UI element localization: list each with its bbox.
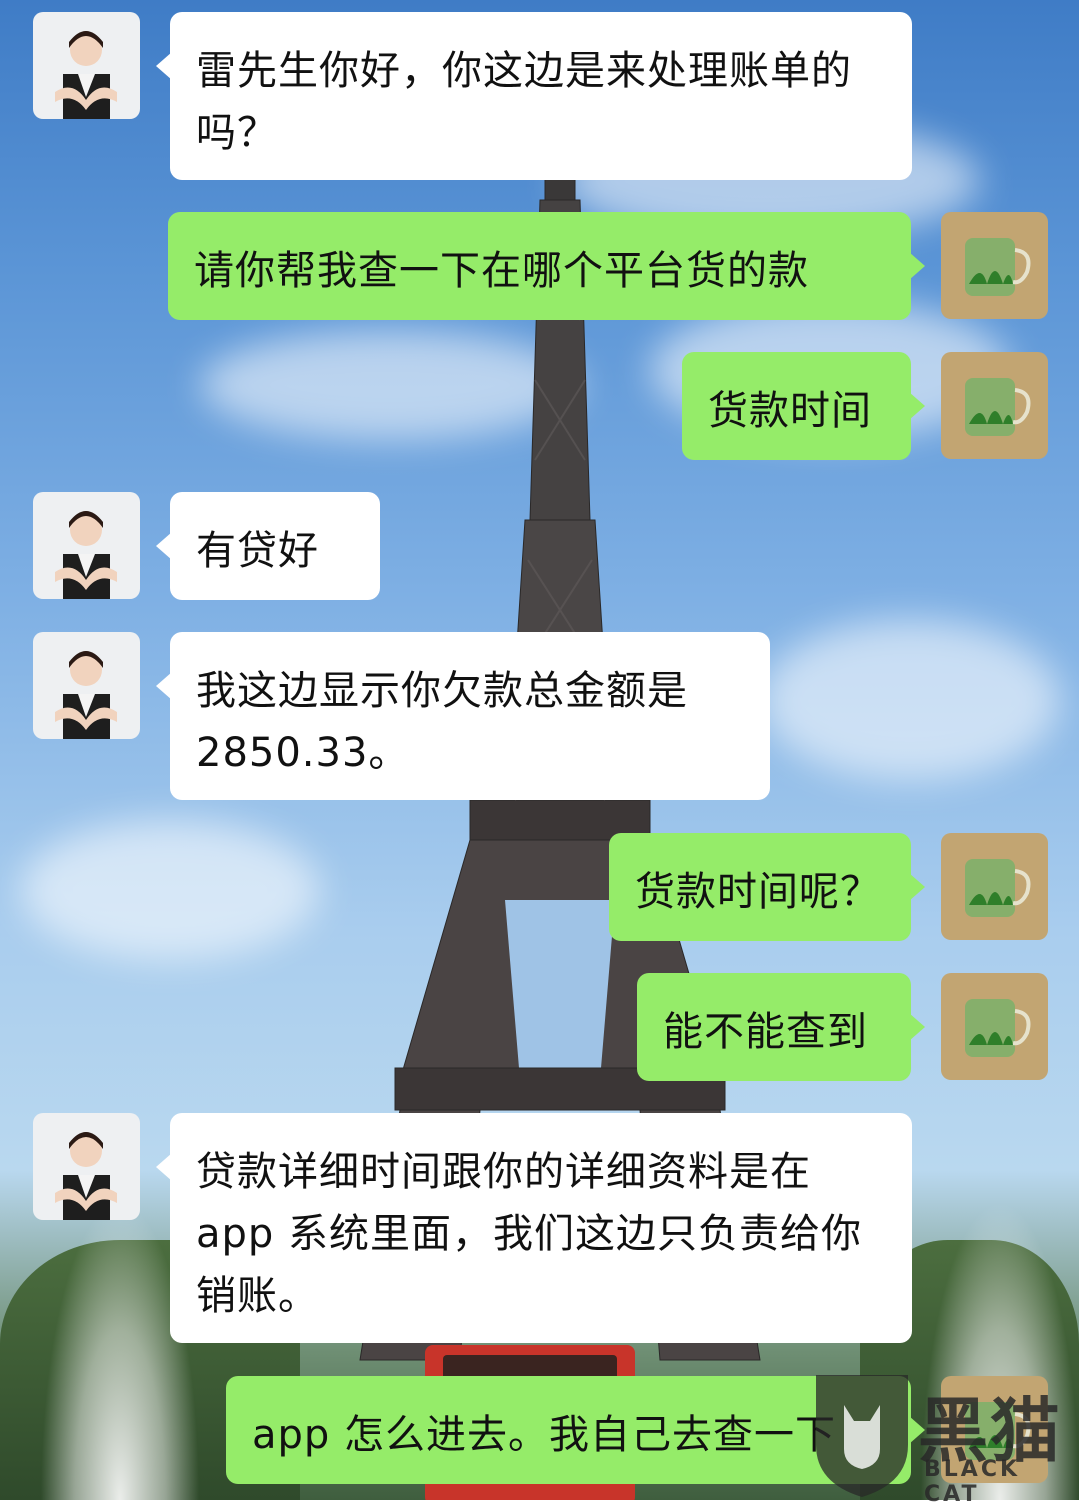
message-bubble-sent[interactable]: 货款时间呢？ — [609, 833, 925, 941]
customer-service-agent-avatar-icon — [33, 12, 140, 119]
black-cat-watermark: 黑猫 BLACK CAT — [808, 1365, 1079, 1507]
agent-avatar[interactable] — [33, 1113, 140, 1220]
green-tea-cup-avatar-icon — [941, 212, 1048, 319]
message-bubble-sent[interactable]: 能不能查到 — [637, 973, 925, 1081]
message-bubble-received[interactable]: 雷先生你好，你这边是来处理账单的吗？ — [156, 12, 912, 180]
agent-avatar[interactable] — [33, 632, 140, 739]
customer-service-agent-avatar-icon — [33, 492, 140, 599]
agent-avatar[interactable] — [33, 492, 140, 599]
agent-avatar[interactable] — [33, 12, 140, 119]
green-tea-cup-avatar-icon — [941, 973, 1048, 1080]
black-cat-shield-icon — [816, 1375, 908, 1497]
customer-service-agent-avatar-icon — [33, 632, 140, 739]
green-tea-cup-avatar-icon — [941, 833, 1048, 940]
user-avatar[interactable] — [941, 973, 1048, 1080]
customer-service-agent-avatar-icon — [33, 1113, 140, 1220]
user-avatar[interactable] — [941, 833, 1048, 940]
user-avatar[interactable] — [941, 212, 1048, 319]
message-bubble-received[interactable]: 我这边显示你欠款总金额是2850.33。 — [156, 632, 770, 800]
message-bubble-received[interactable]: 贷款详细时间跟你的详细资料是在app 系统里面，我们这边只负责给你销账。 — [156, 1113, 912, 1343]
message-bubble-received[interactable]: 有贷好 — [156, 492, 380, 600]
user-avatar[interactable] — [941, 352, 1048, 459]
message-bubble-sent[interactable]: 请你帮我查一下在哪个平台货的款 — [168, 212, 925, 320]
message-bubble-sent[interactable]: 货款时间 — [682, 352, 925, 460]
green-tea-cup-avatar-icon — [941, 352, 1048, 459]
